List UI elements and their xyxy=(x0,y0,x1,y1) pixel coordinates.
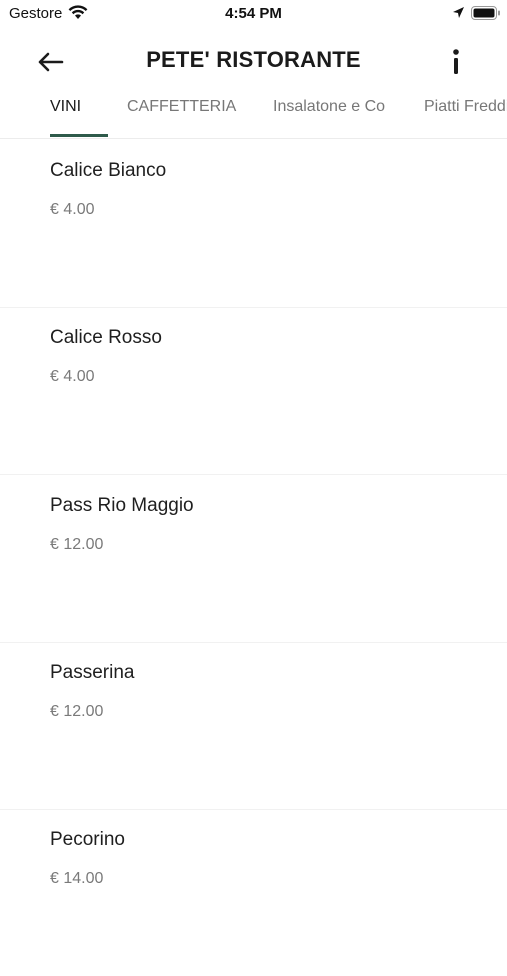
tab-piatti-freddi[interactable]: Piatti Freddi xyxy=(424,98,507,116)
info-icon xyxy=(453,49,459,74)
tab-caffetteria[interactable]: CAFFETTERIA xyxy=(127,98,236,116)
navigation-bar: PETE' RISTORANTE xyxy=(0,40,507,84)
item-name: Calice Rosso xyxy=(50,327,162,348)
item-price: € 4.00 xyxy=(50,201,95,218)
list-item[interactable]: Passerina € 12.00 xyxy=(0,642,507,810)
item-name: Pass Rio Maggio xyxy=(50,495,194,516)
list-item[interactable]: Pass Rio Maggio € 12.00 xyxy=(0,475,507,643)
list-item[interactable]: Pecorino € 14.00 xyxy=(0,809,507,976)
item-name: Passerina xyxy=(50,662,135,683)
active-tab-indicator xyxy=(50,134,108,137)
clock: 4:54 PM xyxy=(225,5,282,22)
info-button[interactable] xyxy=(444,45,468,79)
location-arrow-icon xyxy=(452,6,465,24)
item-price: € 14.00 xyxy=(50,870,104,887)
page-title: PETE' RISTORANTE xyxy=(146,47,361,72)
item-name: Pecorino xyxy=(50,829,125,850)
item-price: € 12.00 xyxy=(50,536,104,553)
battery-icon xyxy=(471,6,501,25)
category-tabs: VINI CAFFETTERIA Insalatone e Co Piatti … xyxy=(0,88,507,139)
item-price: € 12.00 xyxy=(50,703,104,720)
tab-vini[interactable]: VINI xyxy=(50,98,81,116)
item-name: Calice Bianco xyxy=(50,160,167,181)
list-item[interactable]: Calice Bianco € 4.00 xyxy=(0,140,507,308)
status-bar: Gestore 4:54 PM xyxy=(0,0,507,28)
list-item[interactable]: Calice Rosso € 4.00 xyxy=(0,307,507,475)
item-price: € 4.00 xyxy=(50,368,95,385)
tab-insalatone[interactable]: Insalatone e Co xyxy=(273,98,385,116)
